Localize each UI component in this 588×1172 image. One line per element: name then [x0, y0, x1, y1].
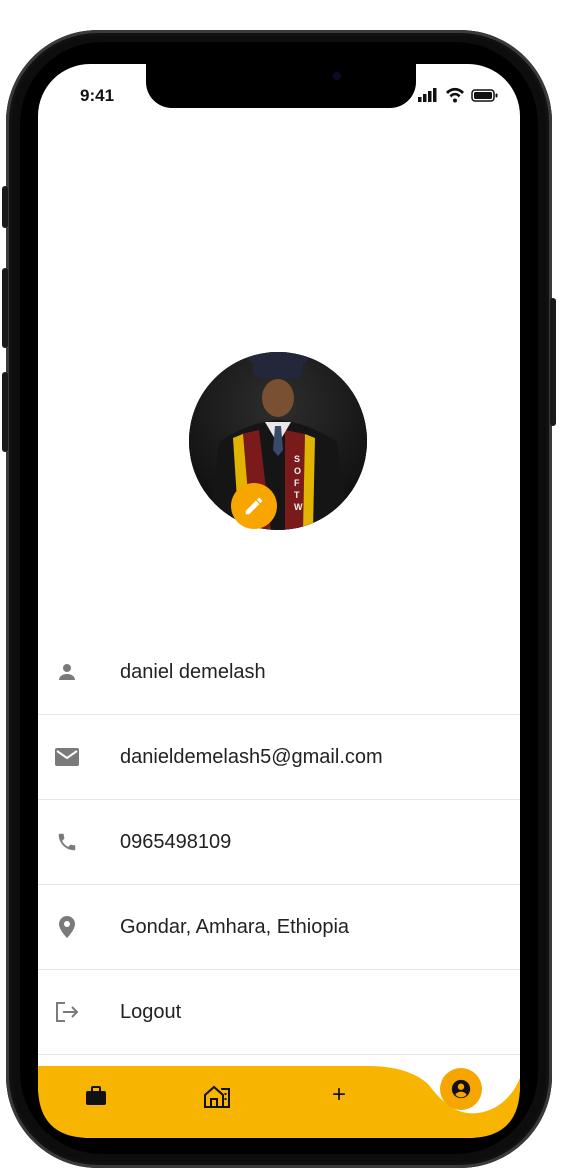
profile-info-list: daniel demelash danieldemelash5@gmail.co… [38, 630, 520, 1055]
svg-text:F: F [294, 478, 300, 488]
status-time: 9:41 [80, 86, 115, 105]
volume-up-button [2, 268, 8, 348]
logout-row[interactable]: Logout [38, 970, 520, 1055]
email-text: danieldemelash5@gmail.com [120, 745, 383, 768]
nav-home-button[interactable] [202, 1082, 232, 1110]
svg-text:O: O [294, 466, 301, 476]
svg-text:T: T [294, 490, 300, 500]
location-text: Gondar, Amhara, Ethiopia [120, 915, 350, 938]
volume-down-button [2, 372, 8, 452]
nav-profile-button[interactable] [440, 1068, 482, 1110]
mute-switch [2, 186, 8, 228]
home-icon [204, 1085, 230, 1108]
location-icon [54, 914, 80, 940]
pencil-icon [245, 497, 263, 515]
signal-wifi-battery-icon [418, 87, 498, 103]
profile-avatar[interactable]: S O F T W [189, 352, 367, 530]
info-row-name: daniel demelash [38, 630, 520, 715]
info-row-location: Gondar, Amhara, Ethiopia [38, 885, 520, 970]
svg-text:W: W [294, 502, 303, 512]
front-camera [333, 72, 341, 80]
account-icon [451, 1079, 471, 1099]
name-text: daniel demelash [120, 660, 266, 683]
nav-add-button[interactable]: + [326, 1080, 352, 1110]
power-button [550, 298, 556, 426]
email-icon [54, 744, 80, 770]
phone-text: 0965498109 [120, 830, 232, 853]
logout-label[interactable]: Logout [120, 1001, 181, 1024]
avatar-image: S O F T W [189, 352, 367, 530]
info-row-email: danieldemelash5@gmail.com [38, 715, 520, 800]
phone-icon [54, 829, 80, 855]
status-icons [416, 86, 502, 104]
briefcase-icon [86, 1086, 106, 1105]
person-icon [54, 659, 80, 685]
logout-icon [54, 999, 80, 1025]
nav-jobs-button[interactable] [84, 1084, 108, 1108]
svg-text:S: S [294, 454, 300, 464]
info-row-phone: 0965498109 [38, 800, 520, 885]
edit-avatar-button[interactable] [231, 483, 277, 529]
notch [146, 64, 416, 108]
